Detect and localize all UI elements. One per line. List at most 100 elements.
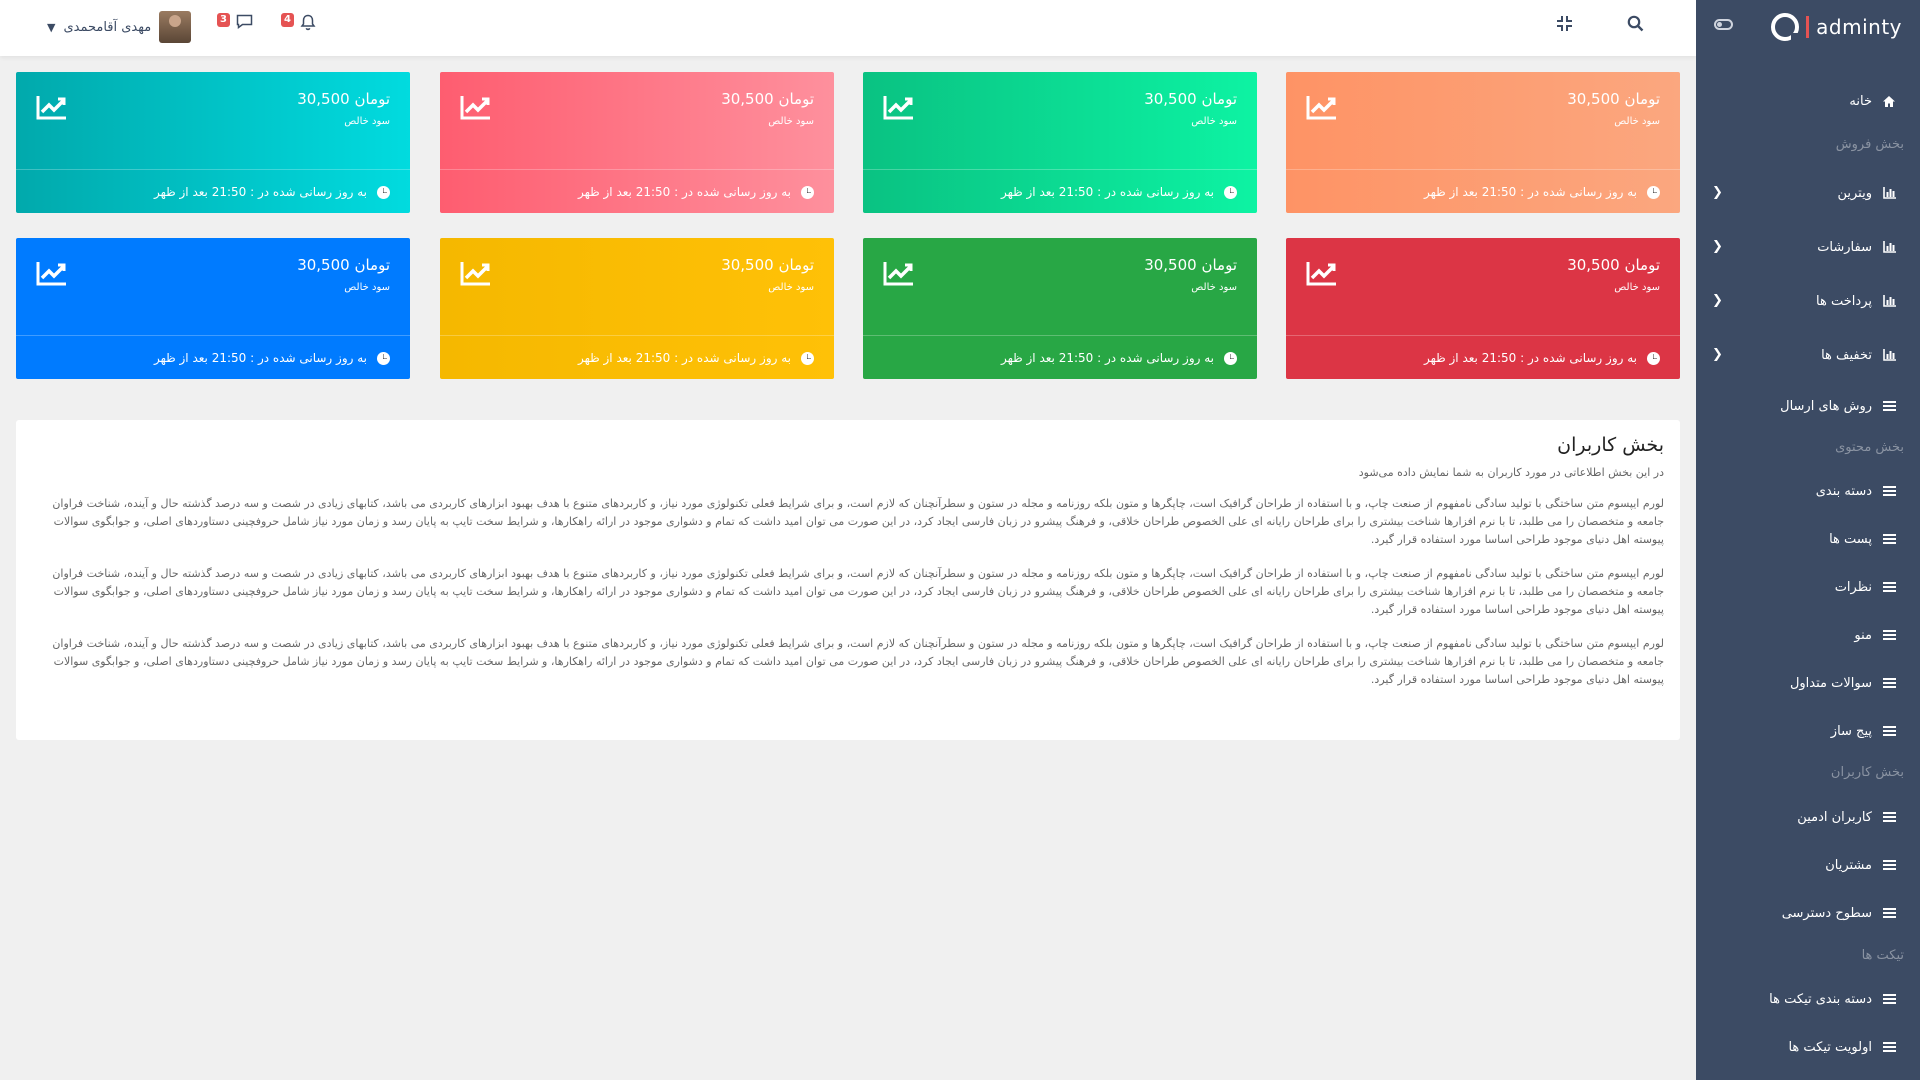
bars-icon bbox=[1882, 858, 1896, 872]
sidebar-section-title: بخش فروش bbox=[1835, 137, 1904, 152]
card-divider bbox=[863, 169, 1257, 170]
sidebar-item[interactable]: روش های ارسال bbox=[1696, 394, 1920, 418]
bar-chart-icon bbox=[1882, 186, 1896, 200]
bar-chart-icon bbox=[1882, 294, 1896, 308]
sidebar-item-label: روش های ارسال bbox=[1780, 398, 1872, 414]
card-label: سود خالص bbox=[1614, 282, 1660, 293]
stat-card: 30,500 تومان سود خالص به روز رسانی شده در … bbox=[863, 72, 1257, 213]
sidebar-item-label: خانه bbox=[1849, 93, 1872, 109]
brand-logo[interactable]: adminty bbox=[1771, 13, 1902, 42]
user-menu[interactable]: ▼ مهدی آقامحمدی bbox=[47, 11, 192, 43]
card-updated-text: به روز رسانی شده در : 21:50 بعد از ظهر bbox=[577, 185, 791, 199]
card-footer: به روز رسانی شده در : 21:50 بعد از ظهر bbox=[154, 351, 390, 365]
sidebar-toggle-icon[interactable] bbox=[1714, 19, 1733, 30]
sidebar-item-label: پست ها bbox=[1829, 531, 1872, 547]
card-value: 30,500 تومان bbox=[1144, 256, 1237, 274]
stat-card: 30,500 تومان سود خالص به روز رسانی شده در … bbox=[1286, 238, 1680, 379]
card-label: سود خالص bbox=[344, 116, 390, 127]
notifications-badge: 4 bbox=[281, 13, 294, 27]
sidebar-item[interactable]: دسته بندی bbox=[1696, 479, 1920, 503]
sidebar-item[interactable]: پیج ساز bbox=[1696, 719, 1920, 743]
card-footer: به روز رسانی شده در : 21:50 بعد از ظهر bbox=[1001, 351, 1237, 365]
message-icon[interactable] bbox=[236, 14, 253, 33]
card-label: سود خالص bbox=[1614, 116, 1660, 127]
card-footer: به روز رسانی شده در : 21:50 بعد از ظهر bbox=[1424, 185, 1660, 199]
card-updated-text: به روز رسانی شده در : 21:50 بعد از ظهر bbox=[1423, 351, 1637, 365]
sidebar-item[interactable]: تخفیف ها ❮ bbox=[1696, 343, 1920, 367]
sidebar-item[interactable]: مشتریان bbox=[1696, 853, 1920, 877]
sidebar-item[interactable]: خانه bbox=[1696, 89, 1920, 113]
card-divider bbox=[1286, 335, 1680, 336]
section-paragraph: لورم ایپسوم متن ساختگی با تولید سادگی نا… bbox=[52, 637, 1664, 686]
logo-icon bbox=[1771, 13, 1801, 42]
clock-icon bbox=[1224, 351, 1237, 365]
sidebar-item-label: کاربران ادمین bbox=[1797, 809, 1872, 825]
chevron-left-icon[interactable]: ❮ bbox=[1712, 347, 1723, 362]
sidebar-item[interactable]: کاربران ادمین bbox=[1696, 805, 1920, 829]
sidebar-item[interactable]: سطوح دسترسی bbox=[1696, 901, 1920, 925]
trend-chart-icon bbox=[36, 94, 68, 124]
sidebar-item[interactable]: ویترین ❮ bbox=[1696, 181, 1920, 205]
sidebar-item[interactable]: پرداخت ها ❮ bbox=[1696, 289, 1920, 313]
card-divider bbox=[440, 169, 834, 170]
card-updated-text: به روز رسانی شده در : 21:50 بعد از ظهر bbox=[1000, 185, 1214, 199]
card-updated-text: به روز رسانی شده در : 21:50 بعد از ظهر bbox=[1423, 185, 1637, 199]
card-divider bbox=[863, 335, 1257, 336]
bars-icon bbox=[1882, 676, 1896, 690]
brand-name: adminty bbox=[1816, 15, 1902, 39]
card-label: سود خالص bbox=[1191, 282, 1237, 293]
sidebar-item[interactable]: دسته بندی تیکت ها bbox=[1696, 987, 1920, 1011]
card-footer: به روز رسانی شده در : 21:50 بعد از ظهر bbox=[1424, 351, 1660, 365]
chevron-left-icon[interactable]: ❮ bbox=[1712, 185, 1723, 200]
messages-badge: 3 bbox=[217, 13, 230, 27]
bar-chart-icon bbox=[1882, 348, 1896, 362]
trend-chart-icon bbox=[460, 94, 492, 124]
bars-icon bbox=[1882, 992, 1896, 1006]
chevron-left-icon[interactable]: ❮ bbox=[1712, 293, 1723, 308]
sidebar-item[interactable]: اولویت تیکت ها bbox=[1696, 1035, 1920, 1059]
card-divider bbox=[440, 335, 834, 336]
sidebar-item-label: ویترین bbox=[1837, 185, 1872, 201]
stat-card: 30,500 تومان سود خالص به روز رسانی شده در … bbox=[1286, 72, 1680, 213]
card-label: سود خالص bbox=[768, 282, 814, 293]
stat-card: 30,500 تومان سود خالص به روز رسانی شده در … bbox=[440, 72, 834, 213]
card-value: 30,500 تومان bbox=[721, 256, 814, 274]
avatar[interactable] bbox=[159, 11, 192, 43]
card-updated-text: به روز رسانی شده در : 21:50 بعد از ظهر bbox=[153, 185, 367, 199]
sidebar-item[interactable]: سفارشات ❮ bbox=[1696, 235, 1920, 259]
sidebar-item-label: دسته بندی bbox=[1815, 483, 1872, 499]
card-footer: به روز رسانی شده در : 21:50 بعد از ظهر bbox=[578, 351, 814, 365]
trend-chart-icon bbox=[883, 260, 915, 290]
sidebar-item[interactable]: منو bbox=[1696, 623, 1920, 647]
bars-icon bbox=[1882, 580, 1896, 594]
chevron-left-icon[interactable]: ❮ bbox=[1712, 239, 1723, 254]
clock-icon bbox=[801, 351, 814, 365]
card-footer: به روز رسانی شده در : 21:50 بعد از ظهر bbox=[578, 185, 814, 199]
search-icon[interactable] bbox=[1627, 15, 1644, 36]
card-updated-text: به روز رسانی شده در : 21:50 بعد از ظهر bbox=[153, 351, 367, 365]
clock-icon bbox=[377, 185, 390, 199]
bars-icon bbox=[1882, 906, 1896, 920]
stat-card: 30,500 تومان سود خالص به روز رسانی شده در … bbox=[440, 238, 834, 379]
top-header: ▼ مهدی آقامحمدی 3 4 bbox=[0, 0, 1696, 56]
chevron-down-icon[interactable]: ▼ bbox=[47, 21, 55, 34]
sidebar-section-title: بخش محتوی bbox=[1835, 440, 1904, 455]
sidebar-item-label: نظرات bbox=[1834, 579, 1872, 595]
clock-icon bbox=[1224, 185, 1237, 199]
compress-icon[interactable] bbox=[1556, 15, 1573, 36]
sidebar-item[interactable]: پست ها bbox=[1696, 527, 1920, 551]
trend-chart-icon bbox=[460, 260, 492, 290]
sidebar: adminty خانه بخش فروش ویترین ❮ سفارشات ❮ پرداخ… bbox=[1696, 0, 1920, 1080]
card-updated-text: به روز رسانی شده در : 21:50 بعد از ظهر bbox=[577, 351, 791, 365]
users-section: بخش کاربران در این بخش اطلاعاتی در مورد … bbox=[16, 420, 1680, 740]
stat-card: 30,500 تومان سود خالص به روز رسانی شده در … bbox=[16, 72, 410, 213]
card-value: 30,500 تومان bbox=[721, 90, 814, 108]
bell-icon[interactable] bbox=[300, 14, 316, 35]
card-label: سود خالص bbox=[1191, 116, 1237, 127]
trend-chart-icon bbox=[36, 260, 68, 290]
sidebar-item-label: اولویت تیکت ها bbox=[1788, 1039, 1872, 1055]
sidebar-item[interactable]: سوالات متداول bbox=[1696, 671, 1920, 695]
sidebar-header: adminty bbox=[1696, 0, 1920, 56]
sidebar-item[interactable]: نظرات bbox=[1696, 575, 1920, 599]
card-divider bbox=[1286, 169, 1680, 170]
